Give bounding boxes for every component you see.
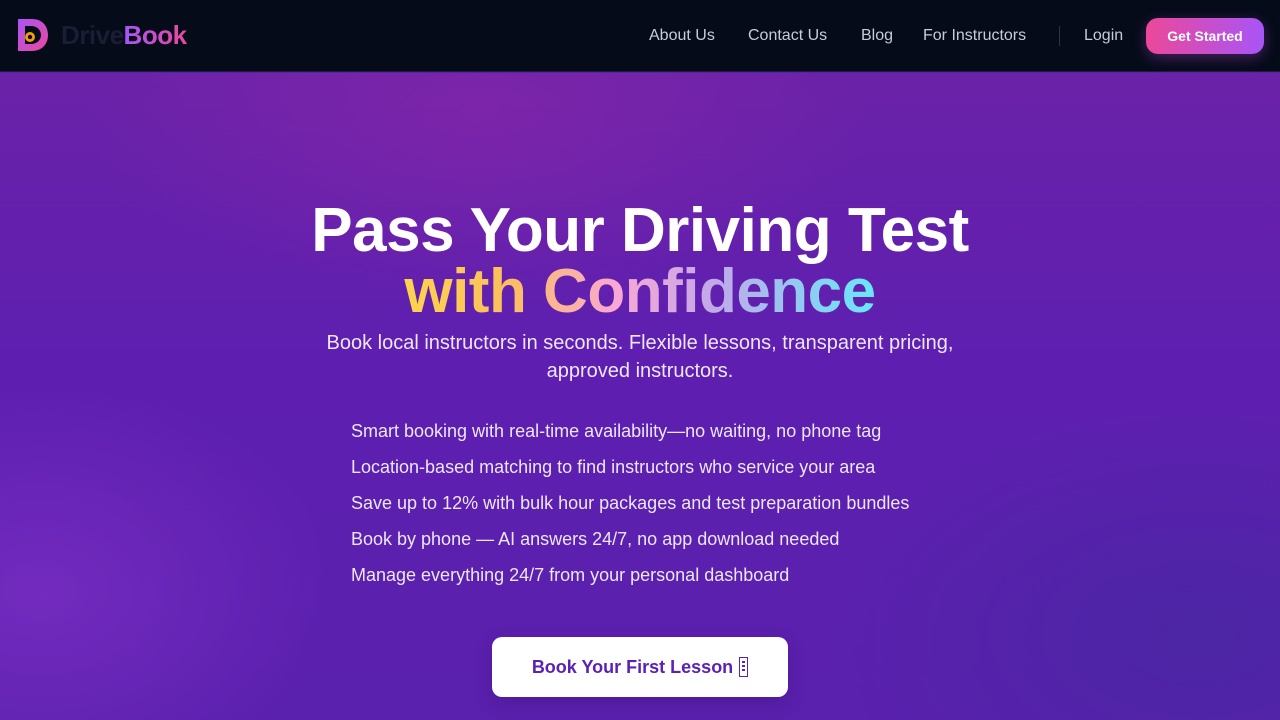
nav-link-for-instructors[interactable]: For Instructors [923, 27, 1026, 45]
nav-link-contact-us[interactable]: Contact Us [748, 27, 827, 45]
nav-link-blog[interactable]: Blog [861, 27, 893, 45]
book-first-lesson-label: Book Your First Lesson [531, 656, 734, 677]
brand-logo-link[interactable]: DriveBook [16, 17, 187, 53]
feature-item: Manage everything 24/7 from your persona… [351, 565, 790, 585]
brand-name-part1: Drive [61, 20, 124, 50]
hero-headline: Pass Your Driving Test [311, 196, 969, 265]
book-first-lesson-button[interactable]: Book Your First Lesson [492, 637, 788, 697]
feature-item: Book by phone — AI answers 24/7, no app … [351, 529, 840, 549]
nav-link-about-us[interactable]: About Us [649, 27, 715, 45]
letter-d-logo-icon [18, 19, 48, 51]
get-started-button[interactable]: Get Started [1146, 18, 1264, 54]
top-navbar: DriveBook About Us Contact Us Blog For I… [0, 0, 1280, 72]
brand-name: DriveBook [61, 17, 187, 53]
login-link[interactable]: Login [1084, 27, 1123, 45]
nav-divider [1059, 26, 1060, 46]
feature-list: Smart booking with real-time availabilit… [351, 413, 909, 593]
brand-name-part2: Book [123, 20, 188, 50]
hero-headline-accent: with Confidence [0, 261, 1280, 323]
feature-item: Location-based matching to find instruct… [351, 457, 876, 477]
hero-headline-accent-text: with Confidence [404, 257, 876, 326]
feature-item: Smart booking with real-time availabilit… [351, 421, 882, 441]
hero-section: Pass Your Driving Test with Confidence B… [0, 73, 1280, 720]
feature-item: Save up to 12% with bulk hour packages a… [351, 493, 910, 513]
hero-subtitle: Book local instructors in seconds. Flexi… [326, 332, 954, 382]
missing-glyph-icon [739, 657, 749, 677]
